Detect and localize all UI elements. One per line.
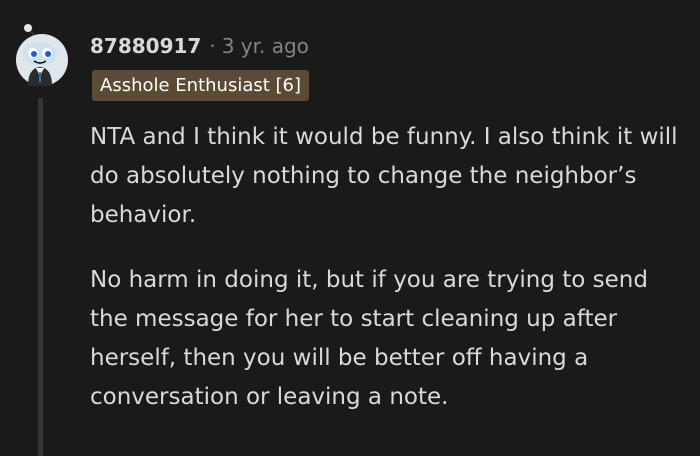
timestamp[interactable]: 3 yr. ago [222, 34, 309, 58]
username-link[interactable]: 87880917 [90, 34, 201, 58]
thread-line[interactable] [38, 98, 43, 456]
comment: 87880917 · 3 yr. ago Asshole Enthusiast … [0, 0, 700, 456]
comment-body: NTA and I think it would be funny. I als… [90, 118, 690, 417]
user-flair: Asshole Enthusiast [6] [92, 70, 310, 101]
user-avatar-icon[interactable] [14, 24, 70, 88]
meta-separator: · [209, 34, 216, 58]
comment-paragraph: NTA and I think it would be funny. I als… [90, 124, 678, 228]
comment-meta: 87880917 · 3 yr. ago [90, 33, 309, 59]
comment-paragraph: No harm in doing it, but if you are tryi… [90, 267, 648, 410]
